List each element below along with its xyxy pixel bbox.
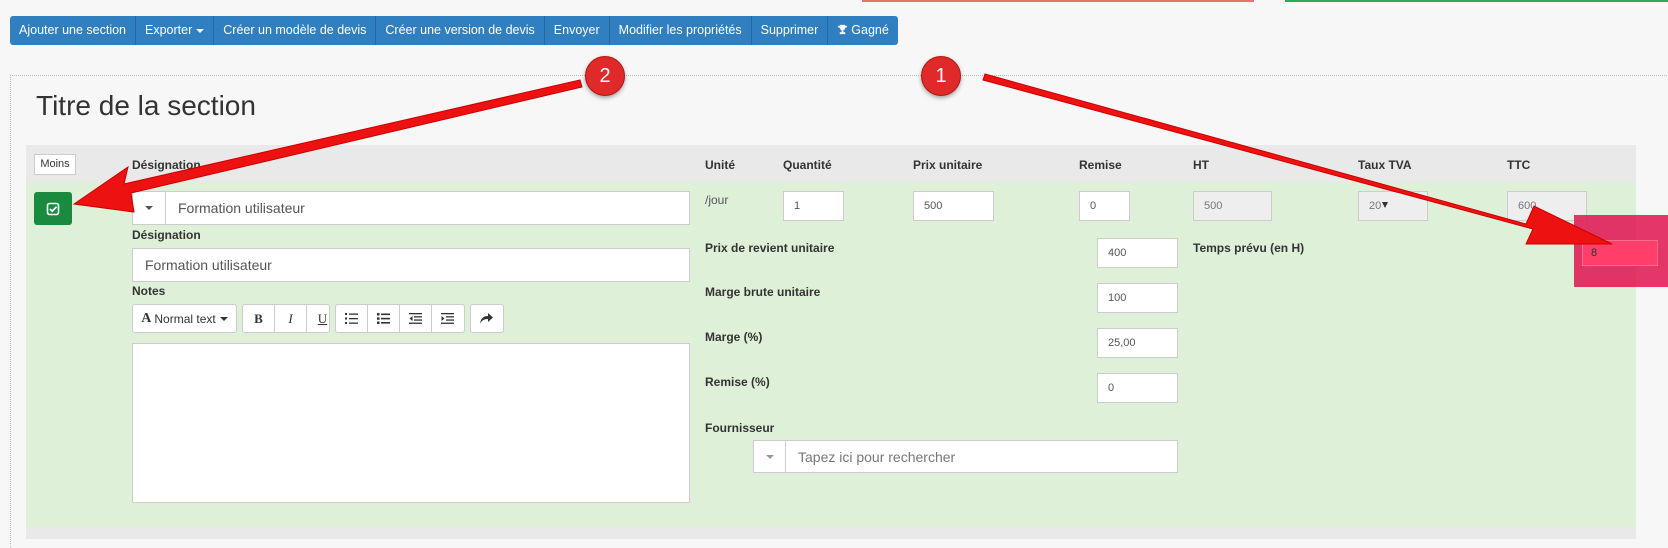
annotation-arrows xyxy=(72,73,1613,245)
arrow-1 xyxy=(982,73,1613,245)
step-marker-1: 1 xyxy=(921,56,961,96)
arrow-2 xyxy=(72,79,583,213)
step-marker-2: 2 xyxy=(585,56,625,96)
